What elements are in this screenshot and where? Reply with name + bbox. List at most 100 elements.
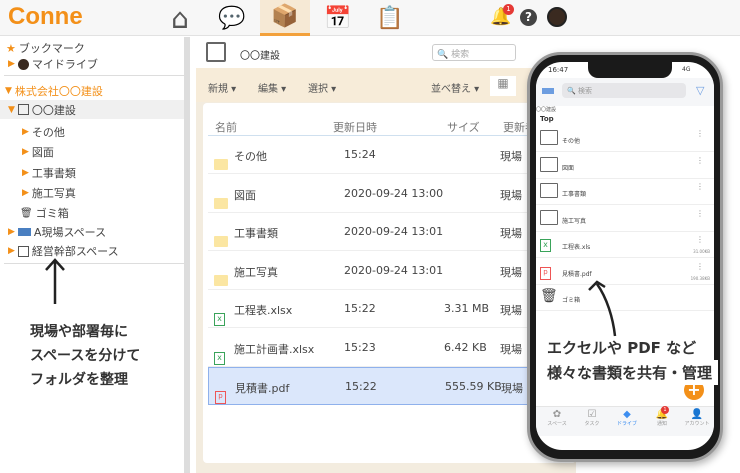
image-icon — [17, 104, 29, 115]
item-size: 190.38KB — [690, 275, 710, 281]
sort-menu[interactable]: 並べ替え ▾ — [431, 80, 479, 95]
column-name[interactable]: 名前 — [215, 119, 237, 135]
sidebar-trash[interactable]: 🗑 ゴミ箱 — [20, 205, 69, 221]
caret-right-icon: ▶ — [8, 246, 15, 256]
avatar-icon — [17, 58, 29, 70]
calendar-icon: 📅 — [324, 5, 352, 31]
file-user: 現場 — [500, 342, 522, 356]
folder-icon — [540, 156, 558, 172]
file-date: 15:22 — [345, 380, 377, 393]
file-name: 工事書類 — [234, 227, 278, 240]
phone-search[interactable]: 🔍 検索 — [562, 83, 686, 98]
table-row[interactable]: p 見積書.pdf 15:22 555.59 KB 現場 — [208, 367, 576, 405]
sidebar-space[interactable]: ▶ A現場スペース — [8, 224, 106, 240]
item-name: 工事書類 — [562, 191, 587, 198]
table-row[interactable]: その他 15:24 現場 — [208, 136, 576, 174]
more-icon[interactable]: ⋮ — [696, 156, 704, 165]
sidebar-folder[interactable]: ▶ その他 — [22, 124, 65, 140]
item-name: その他 — [562, 138, 581, 145]
tab-label: ドライブ — [616, 421, 637, 427]
phone-list-item[interactable]: 施工写真 ⋮ — [536, 206, 714, 232]
sidebar-bookmark[interactable]: ★ ブックマーク — [6, 40, 85, 56]
notification-badge: 1 — [661, 406, 669, 414]
file-name: 図面 — [234, 188, 256, 202]
label: 〇〇建設 — [31, 103, 76, 117]
phone-list-item[interactable]: 工事書類 ⋮ — [536, 179, 714, 205]
arrow-icon — [588, 280, 617, 337]
more-icon[interactable]: ⋮ — [696, 209, 704, 218]
search-input[interactable]: 🔍 検索 — [432, 44, 516, 61]
avatar[interactable] — [547, 7, 567, 27]
caret-right-icon: ▶ — [22, 188, 29, 198]
annotation-line: フォルダを整理 — [30, 372, 128, 388]
label: マイドライブ — [31, 58, 98, 71]
phone-list-item[interactable]: p 見積書.pdf ⋮ 190.38KB — [536, 259, 714, 285]
filter-icon[interactable]: ▽ — [696, 84, 704, 97]
phone-list-item[interactable]: x 工程表.xls ⋮ 31.00KB — [536, 232, 714, 258]
sidebar-my-drive[interactable]: ▶ マイドライブ — [8, 56, 98, 72]
more-icon[interactable]: ⋮ — [696, 235, 704, 244]
sidebar-folder[interactable]: ▶ 工事書類 — [22, 165, 76, 181]
phone-breadcrumb[interactable]: 〇〇建設 — [536, 106, 556, 113]
select-menu[interactable]: 選択 ▾ — [308, 80, 336, 95]
label: 株式会社〇〇建設 — [14, 85, 103, 98]
column-date[interactable]: 更新日時 — [333, 119, 377, 135]
caret-down-icon: ▼ — [8, 104, 15, 115]
table-row[interactable]: x 工程表.xlsx 15:22 3.31 MB 現場 — [208, 290, 576, 328]
phone-tab[interactable]: ✿ スペース — [540, 409, 574, 427]
caret-right-icon: ▶ — [8, 59, 15, 69]
sidebar-folder[interactable]: ▶ 施工写真 — [22, 185, 76, 201]
item-size: 31.00KB — [693, 249, 710, 254]
divider — [4, 263, 186, 264]
nav-drive[interactable]: 📦 — [260, 0, 310, 36]
file-date: 15:23 — [344, 340, 376, 354]
file-user: 現場 — [500, 188, 522, 202]
image-icon — [17, 245, 29, 257]
tab-label: スペース — [547, 421, 567, 427]
column-size[interactable]: サイズ — [447, 119, 480, 135]
edit-menu[interactable]: 編集 ▾ — [258, 80, 286, 95]
help-icon[interactable]: ? — [520, 9, 537, 26]
annotation-line: 現場や部署毎に — [30, 324, 128, 340]
callout-line: 様々な書類を共有・管理 — [541, 360, 719, 385]
tab-icon: ☑ — [587, 409, 597, 420]
folder-icon — [540, 183, 558, 198]
phone-tab[interactable]: 👤 アカウント — [680, 409, 714, 427]
file-size: 555.59 KB — [445, 380, 502, 393]
label: 並べ替え — [431, 84, 471, 95]
nav-documents[interactable]: 📋 — [365, 0, 415, 36]
new-menu[interactable]: 新規 ▾ — [208, 80, 236, 95]
phone-list-item[interactable]: 図面 ⋮ — [536, 153, 714, 179]
logo[interactable]: Conne — [8, 3, 83, 31]
file-date: 2020-09-24 13:01 — [344, 263, 444, 277]
file-user: 現場 — [500, 227, 522, 240]
more-icon[interactable]: ⋮ — [696, 182, 704, 191]
label: ブックマーク — [18, 42, 85, 55]
phone-tab[interactable]: ◆ ドライブ — [610, 409, 644, 427]
sidebar-company[interactable]: ▼ 株式会社〇〇建設 — [5, 83, 103, 99]
label: その他 — [31, 126, 65, 139]
caret-right-icon: ▶ — [22, 168, 29, 178]
table-row[interactable]: 施工写真 2020-09-24 13:01 現場 — [208, 252, 576, 290]
table-row[interactable]: 工事書類 2020-09-24 13:01 現場 — [208, 213, 576, 251]
table-row[interactable]: x 施工計画書.xlsx 15:23 6.42 KB 現場 — [208, 329, 576, 367]
menu-icon[interactable] — [542, 88, 554, 94]
home-icon: ⌂ — [171, 1, 189, 35]
phone-list-item[interactable]: その他 ⋮ — [536, 126, 714, 152]
nav-chat[interactable]: 💬 — [207, 0, 257, 36]
star-icon: ★ — [6, 41, 16, 55]
table-row[interactable]: 図面 2020-09-24 13:00 現場 — [208, 175, 576, 213]
more-icon[interactable]: ⋮ — [696, 262, 704, 271]
phone-tab[interactable]: ☑ タスク — [575, 409, 609, 427]
label: 施工写真 — [31, 187, 76, 200]
sidebar-space-active[interactable]: ▼ 〇〇建設 — [0, 100, 184, 119]
grid-view-button[interactable]: ▦ — [490, 76, 516, 96]
more-icon[interactable]: ⋮ — [696, 129, 704, 138]
sidebar-folder[interactable]: ▶ 図面 — [22, 144, 54, 160]
nav-calendar[interactable]: 📅 — [313, 0, 363, 36]
phone-list-item[interactable]: 🗑 ゴミ箱 — [536, 285, 714, 311]
phone-notch — [588, 62, 672, 78]
pdf-icon: p — [540, 262, 551, 280]
nav-home[interactable]: ⌂ — [155, 0, 205, 36]
tab-icon: ✿ — [552, 409, 562, 420]
